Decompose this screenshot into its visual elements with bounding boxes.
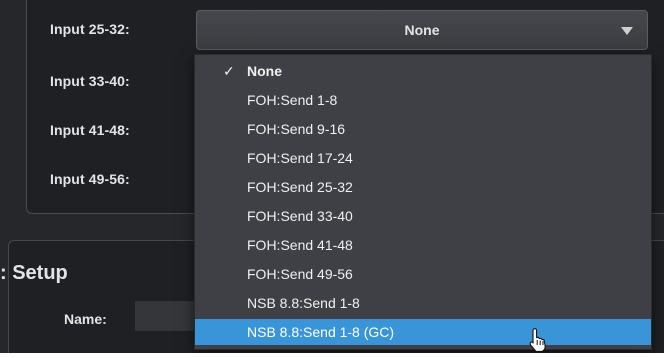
routing-dropdown-menu: ✓ None FOH:Send 1-8 FOH:Send 9-16 FOH:Se…: [194, 54, 652, 350]
hand-pointer-icon: [529, 328, 546, 352]
menu-item-foh-send-9-16[interactable]: FOH:Send 9-16: [195, 116, 651, 142]
menu-item-foh-send-49-56[interactable]: FOH:Send 49-56: [195, 261, 651, 287]
menu-item-label: FOH:Send 9-16: [247, 121, 346, 137]
input-33-40-label: Input 33-40:: [50, 73, 130, 89]
menu-item-label: None: [247, 63, 282, 79]
menu-item-label: NSB 8.8:Send 1-8 (GC): [247, 324, 395, 340]
menu-item-foh-send-1-8[interactable]: FOH:Send 1-8: [195, 87, 651, 113]
menu-item-nsb-send-1-8-gc[interactable]: NSB 8.8:Send 1-8 (GC): [195, 319, 651, 345]
input-25-32-label: Input 25-32:: [50, 21, 130, 37]
routing-window: Input 25-32: Input 33-40: Input 41-48: I…: [0, 0, 664, 353]
name-label: Name:: [64, 311, 107, 327]
checkmark-icon: ✓: [223, 63, 235, 79]
menu-item-nsb-send-1-8[interactable]: NSB 8.8:Send 1-8: [195, 290, 651, 316]
input-49-56-label: Input 49-56:: [50, 171, 130, 187]
menu-item-label: FOH:Send 17-24: [247, 150, 353, 166]
select-value: None: [404, 22, 440, 38]
menu-item-label: NSB 8.8:Send 1-8: [247, 295, 360, 311]
menu-item-foh-send-17-24[interactable]: FOH:Send 17-24: [195, 145, 651, 171]
menu-item-foh-send-33-40[interactable]: FOH:Send 33-40: [195, 203, 651, 229]
menu-item-label: FOH:Send 49-56: [247, 266, 353, 282]
input-25-32-select[interactable]: None: [196, 10, 648, 50]
menu-item-label: FOH:Send 1-8: [247, 92, 338, 108]
menu-item-none[interactable]: ✓ None: [195, 58, 651, 84]
input-41-48-label: Input 41-48:: [50, 122, 130, 138]
menu-item-label: FOH:Send 41-48: [247, 237, 353, 253]
menu-item-label: FOH:Send 25-32: [247, 179, 353, 195]
setup-title: : Setup: [0, 262, 68, 284]
chevron-down-icon: [621, 27, 633, 35]
menu-item-foh-send-25-32[interactable]: FOH:Send 25-32: [195, 174, 651, 200]
menu-item-label: FOH:Send 33-40: [247, 208, 353, 224]
menu-item-foh-send-41-48[interactable]: FOH:Send 41-48: [195, 232, 651, 258]
